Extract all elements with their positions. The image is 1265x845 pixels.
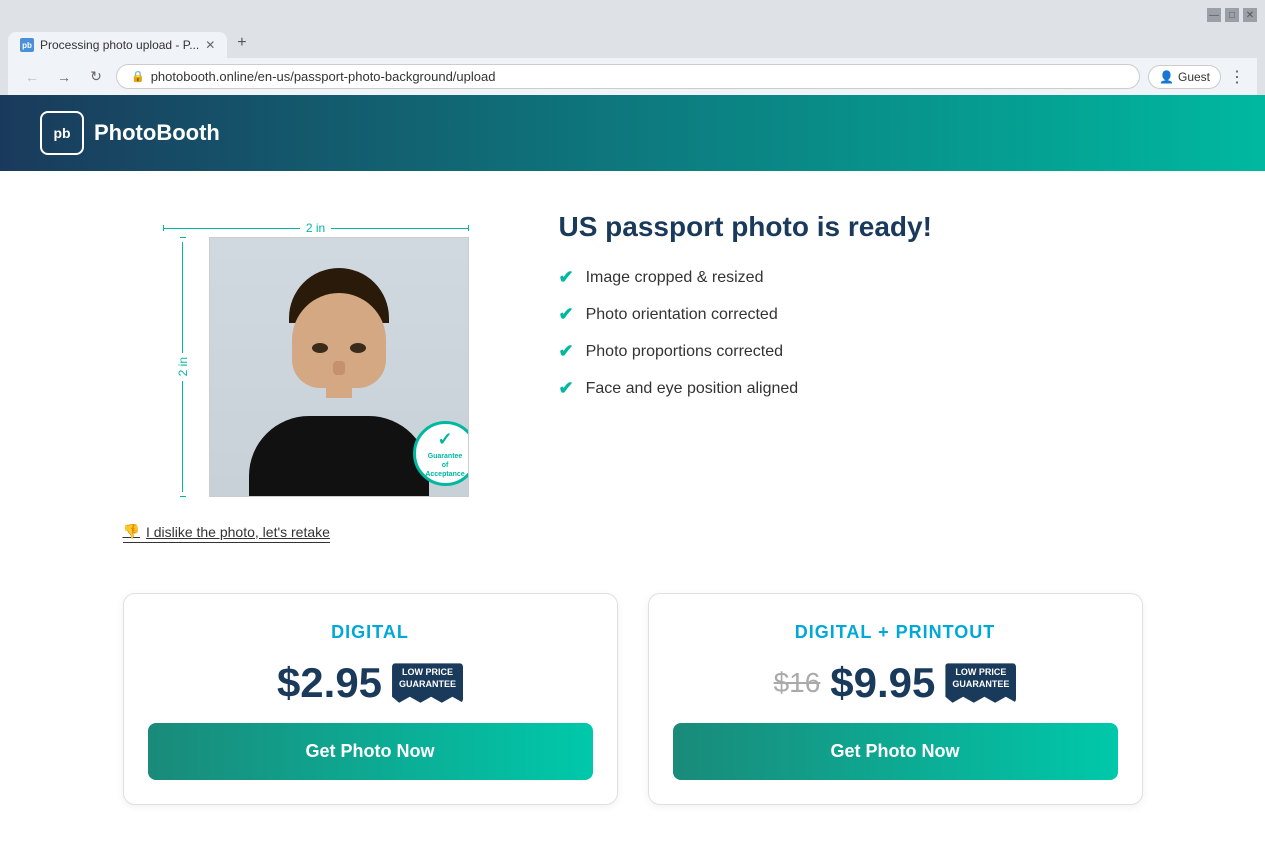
tab-favicon: pb [20,38,34,52]
main-content: 2 in 2 in [83,171,1183,573]
top-dimension: 2 in [163,221,469,235]
low-price-badge-printout: LOW PRICE GUARANTEE [945,663,1016,702]
guarantee-check-icon: ✓ [437,428,452,451]
check-icon-2: ✔ [559,304,574,325]
feature-text-3: Photo proportions corrected [586,343,783,361]
feature-text-2: Photo orientation corrected [586,306,778,324]
feature-item-2: ✔ Photo orientation corrected [559,304,1143,325]
dim-line-vertical [182,242,183,353]
person-neck [326,378,352,398]
photo-frame-container: 2 in 2 in [123,201,499,507]
person-face [292,293,386,388]
dim-line-vertical-2 [182,381,183,492]
guarantee-line1: Guarantee [428,452,463,461]
price-digital: $2.95 [277,659,382,707]
retake-text: I dislike the photo, let's retake [146,524,330,540]
feature-text-4: Face and eye position aligned [586,380,799,398]
maximize-button[interactable]: □ [1225,8,1239,22]
profile-button[interactable]: 👤 Guest [1148,65,1221,89]
person-body [249,416,429,496]
app-wrapper: pb PhotoBooth 2 in [0,95,1265,845]
pricing-section: DIGITAL $2.95 LOW PRICE GUARANTEE Get Ph… [83,573,1183,845]
lock-icon: 🔒 [131,70,145,83]
width-label: 2 in [300,221,331,235]
pricing-amount-digital: $2.95 LOW PRICE GUARANTEE [277,659,463,707]
guarantee-line2: of [442,461,449,470]
height-label: 2 in [170,357,196,376]
feature-text-1: Image cropped & resized [586,269,764,287]
bracket-tick-right [468,225,469,231]
browser-chrome: — □ ✕ pb Processing photo upload - P... … [0,0,1265,95]
check-icon-4: ✔ [559,378,574,399]
active-tab[interactable]: pb Processing photo upload - P... ✕ [8,32,227,58]
url-text: photobooth.online/en-us/passport-photo-b… [151,69,496,84]
check-icon-3: ✔ [559,341,574,362]
pricing-card-digital: DIGITAL $2.95 LOW PRICE GUARANTEE Get Ph… [123,593,618,805]
bracket-line-right [331,228,467,229]
reload-button[interactable]: ↻ [84,65,108,89]
check-icon-1: ✔ [559,267,574,288]
person-eyes [312,343,366,353]
get-photo-button-printout[interactable]: Get Photo Now [673,723,1118,780]
address-bar[interactable]: 🔒 photobooth.online/en-us/passport-photo… [116,64,1140,89]
right-eye [350,343,366,353]
left-dimension: 2 in [163,237,203,497]
brand-name: PhotoBooth [94,120,220,146]
pricing-card-printout: DIGITAL + PRINTOUT $16 $9.95 LOW PRICE G… [648,593,1143,805]
browser-titlebar: — □ ✕ [8,8,1257,22]
passport-photo: ✓ Guarantee of Acceptance [209,237,469,497]
person-head [284,268,394,398]
logo-wrapper: pb PhotoBooth [40,111,220,155]
retake-link[interactable]: 👎 I dislike the photo, let's retake [123,523,330,543]
get-photo-button-digital[interactable]: Get Photo Now [148,723,593,780]
info-section: US passport photo is ready! ✔ Image crop… [559,201,1143,399]
feature-list: ✔ Image cropped & resized ✔ Photo orient… [559,267,1143,399]
new-tab-button[interactable]: + [227,28,256,58]
bracket-line-left [164,228,300,229]
app-header: pb PhotoBooth [0,95,1265,171]
tab-close-icon[interactable]: ✕ [205,38,215,52]
photo-row: 2 in [163,237,469,497]
profile-icon: 👤 [1159,70,1174,84]
left-eye [312,343,328,353]
feature-item-3: ✔ Photo proportions corrected [559,341,1143,362]
pricing-amount-printout: $16 $9.95 LOW PRICE GUARANTEE [774,659,1017,707]
feature-item-4: ✔ Face and eye position aligned [559,378,1143,399]
person-nose [333,361,345,375]
price-printout: $9.95 [830,659,935,707]
bracket-tick-bottom [180,496,186,497]
ready-title: US passport photo is ready! [559,211,1143,243]
pricing-type-digital: DIGITAL [331,622,409,643]
guest-label: Guest [1178,70,1210,84]
close-button[interactable]: ✕ [1243,8,1257,22]
browser-menu-button[interactable]: ⋮ [1229,67,1245,87]
bracket-tick-top [180,237,186,238]
minimize-button[interactable]: — [1207,8,1221,22]
logo-icon: pb [40,111,84,155]
feature-item-1: ✔ Image cropped & resized [559,267,1143,288]
forward-button[interactable]: → [52,65,76,89]
guarantee-line3: Acceptance [425,470,464,479]
tab-title: Processing photo upload - P... [40,38,199,52]
photo-section: 2 in 2 in [123,201,499,543]
pricing-type-printout: DIGITAL + PRINTOUT [795,622,996,643]
address-bar-row: ← → ↻ 🔒 photobooth.online/en-us/passport… [8,58,1257,95]
price-old-printout: $16 [774,667,821,699]
tab-bar: pb Processing photo upload - P... ✕ + [8,28,1257,58]
thumbs-down-icon: 👎 [123,523,140,540]
low-price-badge-digital: LOW PRICE GUARANTEE [392,663,463,702]
back-button[interactable]: ← [20,65,44,89]
